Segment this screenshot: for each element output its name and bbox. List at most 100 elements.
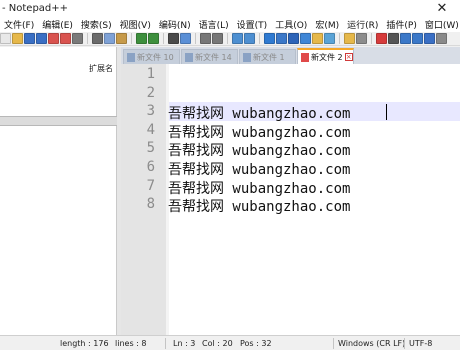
word-wrap-icon[interactable]: [264, 33, 275, 44]
folder-workspace-icon[interactable]: [344, 33, 355, 44]
new-file-icon[interactable]: [0, 33, 11, 44]
tab-label: 新文件 2: [311, 52, 343, 62]
zoom-in-icon[interactable]: [200, 33, 211, 44]
folder-workspace-panel: 扩展名: [0, 47, 117, 335]
text-caret: [386, 104, 387, 120]
file-icon: [243, 52, 251, 62]
tab-close-icon[interactable]: ×: [344, 53, 353, 61]
status-separator: [404, 338, 405, 349]
open-file-icon[interactable]: [12, 33, 23, 44]
menu-tools[interactable]: 工具(O): [271, 18, 311, 31]
code-line: 吾帮找网 wubangzhao.com: [168, 180, 351, 197]
play-macro-icon[interactable]: [400, 33, 411, 44]
indent-guide-icon[interactable]: [288, 33, 299, 44]
column-header-row: 扩展名: [0, 61, 117, 73]
code-line: 吾帮找网 wubangzhao.com: [168, 199, 351, 216]
save-macro-icon[interactable]: [424, 33, 435, 44]
code-line: 吾帮找网 wubangzhao.com: [168, 162, 351, 178]
toolbar: [0, 32, 460, 46]
menu-plugins[interactable]: 插件(P): [382, 18, 420, 31]
toolbar-separator: [163, 33, 164, 44]
status-lines: lines : 8: [115, 339, 147, 348]
stop-record-icon[interactable]: [388, 33, 399, 44]
line-number: 8: [146, 196, 155, 213]
toolbar-separator: [259, 33, 260, 44]
menu-macro[interactable]: 宏(M): [311, 18, 343, 31]
line-number: 5: [146, 140, 155, 157]
sync-horizontal-icon[interactable]: [244, 33, 255, 44]
save-all-icon[interactable]: [36, 33, 47, 44]
sync-vertical-icon[interactable]: [232, 33, 243, 44]
title-bar: - Notepad++ ✕: [0, 0, 460, 17]
replace-icon[interactable]: [180, 33, 191, 44]
toolbar-separator: [131, 33, 132, 44]
menu-window[interactable]: 窗口(W): [421, 18, 460, 31]
undo-icon[interactable]: [136, 33, 147, 44]
redo-icon[interactable]: [148, 33, 159, 44]
tab-label: 新文件 1: [253, 52, 285, 62]
monitoring-icon[interactable]: [356, 33, 367, 44]
run-macro-multiple-icon[interactable]: [412, 33, 423, 44]
code-line: 吾帮找网 wubangzhao.com: [168, 106, 351, 123]
record-macro-icon[interactable]: [376, 33, 387, 44]
status-encoding[interactable]: UTF-8: [409, 339, 432, 348]
menu-search[interactable]: 搜索(S): [77, 18, 116, 31]
status-line: Ln : 3: [173, 339, 196, 348]
status-length: length : 176: [60, 339, 109, 348]
code-line: 吾帮找网 wubangzhao.com: [168, 143, 351, 160]
editor-area[interactable]: 12345678 吾帮找网 wubangzhao.com 吾帮找网 wubangz…: [121, 64, 460, 335]
user-lang-icon[interactable]: [300, 33, 311, 44]
status-position: Pos : 32: [240, 339, 272, 348]
line-number: 2: [146, 84, 155, 101]
line-number: 1: [146, 66, 155, 82]
line-number: 7: [146, 177, 155, 194]
extra-tool-icon[interactable]: [436, 33, 447, 44]
line-number: 3: [146, 103, 155, 120]
menu-language[interactable]: 语言(L): [195, 18, 233, 31]
copy-icon[interactable]: [104, 33, 115, 44]
status-separator: [165, 338, 166, 349]
status-eol[interactable]: Windows (CR LF): [338, 339, 405, 348]
menu-run[interactable]: 运行(R): [343, 18, 382, 31]
panel-divider[interactable]: [0, 116, 117, 126]
close-all-icon[interactable]: [60, 33, 71, 44]
menu-edit[interactable]: 编辑(E): [38, 18, 77, 31]
line-number: 6: [146, 159, 155, 175]
toolbar-separator: [371, 33, 372, 44]
status-bar: length : 176 lines : 8 Ln : 3 Col : 20 P…: [0, 335, 460, 350]
cut-icon[interactable]: [92, 33, 103, 44]
save-icon[interactable]: [24, 33, 35, 44]
status-separator: [333, 338, 334, 349]
window-close-button[interactable]: ✕: [424, 0, 460, 17]
find-icon[interactable]: [168, 33, 179, 44]
tab-bar: 新文件 10 新文件 14 新文件 1 新文件 2 ×: [121, 47, 460, 64]
toolbar-separator: [87, 33, 88, 44]
window-title: - Notepad++: [2, 3, 69, 14]
tab-new-file-14[interactable]: 新文件 14: [181, 49, 238, 64]
line-number-gutter: 1 2 34 5 6 7 8: [121, 64, 166, 335]
tab-new-file-1[interactable]: 新文件 1: [239, 49, 296, 64]
menu-view[interactable]: 视图(V): [116, 18, 155, 31]
menu-file[interactable]: 文件(F): [0, 18, 38, 31]
tab-label: 新文件 10: [137, 52, 174, 62]
doc-map-icon[interactable]: [312, 33, 323, 44]
file-icon: [185, 52, 193, 62]
close-icon[interactable]: [48, 33, 59, 44]
toolbar-separator: [227, 33, 228, 44]
code-line: 吾帮找网 wubangzhao.com: [168, 124, 351, 141]
unsaved-file-icon: [301, 52, 309, 62]
extension-column-header[interactable]: 扩展名: [89, 63, 113, 74]
tab-new-file-10[interactable]: 新文件 10: [123, 49, 180, 64]
file-icon: [127, 52, 135, 62]
tab-new-file-2[interactable]: 新文件 2 ×: [297, 48, 354, 64]
print-icon[interactable]: [72, 33, 83, 44]
paste-icon[interactable]: [116, 33, 127, 44]
function-list-icon[interactable]: [324, 33, 335, 44]
menu-bar: 文件(F) 编辑(E) 搜索(S) 视图(V) 编码(N) 语言(L) 设置(T…: [0, 17, 460, 32]
show-all-chars-icon[interactable]: [276, 33, 287, 44]
menu-encoding[interactable]: 编码(N): [155, 18, 195, 31]
zoom-out-icon[interactable]: [212, 33, 223, 44]
status-column: Col : 20: [202, 339, 233, 348]
toolbar-separator: [195, 33, 196, 44]
menu-settings[interactable]: 设置(T): [233, 18, 272, 31]
